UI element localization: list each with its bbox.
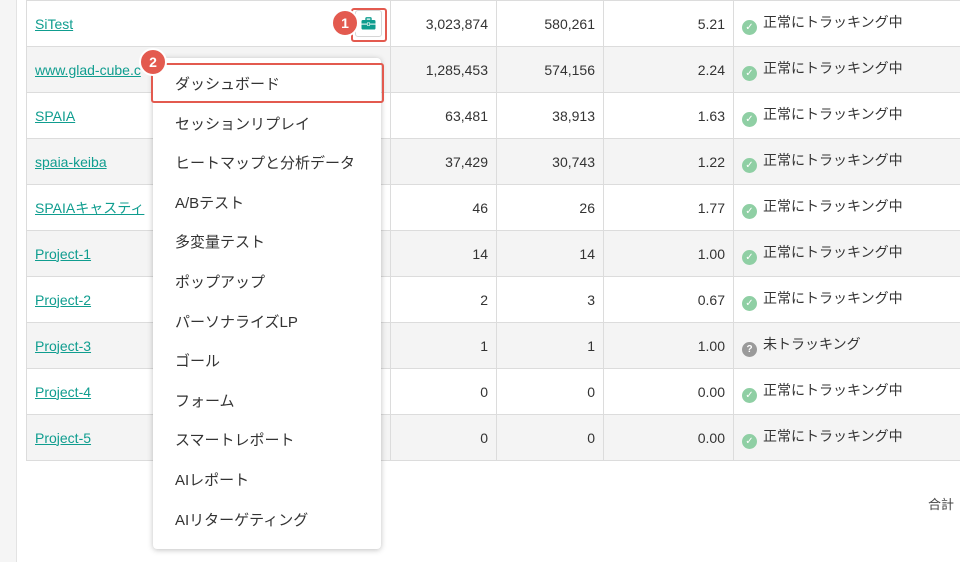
- metric-1-cell: 0: [390, 414, 497, 461]
- site-link[interactable]: spaia-keiba: [35, 154, 107, 170]
- metric-3-cell: 0.67: [603, 276, 734, 323]
- status-text: 正常にトラッキング中: [763, 152, 903, 168]
- status-cell: ✓ 正常にトラッキング中: [733, 0, 960, 47]
- status-cell: ✓ 正常にトラッキング中: [733, 46, 960, 93]
- menu-item[interactable]: フォーム: [175, 390, 235, 411]
- callout-highlight-dashboard: [151, 63, 384, 103]
- metric-2-cell: 0: [496, 414, 604, 461]
- metric-2-cell: 3: [496, 276, 604, 323]
- metric-1-cell: 1: [390, 322, 497, 369]
- metric-1-cell: 3,023,874: [390, 0, 497, 47]
- metric-2-cell: 14: [496, 230, 604, 277]
- site-link[interactable]: Project-5: [35, 430, 91, 446]
- metric-1-cell: 63,481: [390, 92, 497, 139]
- status-text: 正常にトラッキング中: [763, 14, 903, 30]
- status-cell: ✓ 正常にトラッキング中: [733, 92, 960, 139]
- metric-2-cell: 30,743: [496, 138, 604, 185]
- menu-item[interactable]: セッションリプレイ: [175, 113, 310, 134]
- metric-1-cell: 1,285,453: [390, 46, 497, 93]
- status-cell: ✓ 正常にトラッキング中: [733, 138, 960, 185]
- metric-2-cell: 574,156: [496, 46, 604, 93]
- total-label: 合計: [928, 497, 955, 512]
- check-circle-icon: ✓: [742, 66, 757, 81]
- status-text: 正常にトラッキング中: [763, 382, 903, 398]
- status-cell: ✓ 正常にトラッキング中: [733, 414, 960, 461]
- status-text: 正常にトラッキング中: [763, 290, 903, 306]
- check-circle-icon: ✓: [742, 204, 757, 219]
- site-link[interactable]: Project-4: [35, 384, 91, 400]
- check-circle-icon: ✓: [742, 20, 757, 35]
- status-cell: ✓ 正常にトラッキング中: [733, 230, 960, 277]
- metric-3-cell: 1.77: [603, 184, 734, 231]
- callout-badge-1: 1: [331, 9, 359, 37]
- metric-3-cell: 0.00: [603, 368, 734, 415]
- menu-item[interactable]: ポップアップ: [175, 271, 265, 292]
- metric-3-cell: 0.00: [603, 414, 734, 461]
- metric-3-cell: 1.00: [603, 230, 734, 277]
- status-text: 正常にトラッキング中: [763, 198, 903, 214]
- metric-3-cell: 1.00: [603, 322, 734, 369]
- site-link[interactable]: Project-3: [35, 338, 91, 354]
- menu-item[interactable]: ヒートマップと分析データ: [175, 152, 355, 173]
- metric-1-cell: 2: [390, 276, 497, 323]
- metric-2-cell: 38,913: [496, 92, 604, 139]
- menu-item[interactable]: ゴール: [175, 350, 220, 371]
- site-link[interactable]: SPAIA: [35, 108, 75, 124]
- status-text: 正常にトラッキング中: [763, 106, 903, 122]
- check-circle-icon: ✓: [742, 434, 757, 449]
- metric-3-cell: 2.24: [603, 46, 734, 93]
- metric-2-cell: 1: [496, 322, 604, 369]
- menu-item[interactable]: パーソナライズLP: [175, 311, 298, 332]
- menu-item[interactable]: スマートレポート: [175, 429, 295, 450]
- metric-1-cell: 14: [390, 230, 497, 277]
- tool-dropdown-menu: ダッシュボード セッションリプレイ ヒートマップと分析データ A/Bテスト 多変量テスト…: [153, 58, 381, 549]
- metric-1-cell: 46: [390, 184, 497, 231]
- menu-item[interactable]: AIリターゲティング: [175, 509, 308, 530]
- site-link[interactable]: www.glad-cube.c: [35, 62, 141, 78]
- status-cell: ✓ 正常にトラッキング中: [733, 368, 960, 415]
- question-circle-icon: ?: [742, 342, 757, 357]
- metric-2-cell: 580,261: [496, 0, 604, 47]
- metric-1-cell: 0: [390, 368, 497, 415]
- metric-1-cell: 37,429: [390, 138, 497, 185]
- metric-3-cell: 5.21: [603, 0, 734, 47]
- menu-item[interactable]: 多変量テスト: [175, 231, 265, 252]
- status-text: 未トラッキング: [763, 336, 861, 352]
- status-cell: ✓ 正常にトラッキング中: [733, 276, 960, 323]
- check-circle-icon: ✓: [742, 158, 757, 173]
- left-panel-edge: [0, 0, 17, 562]
- metric-3-cell: 1.63: [603, 92, 734, 139]
- check-circle-icon: ✓: [742, 296, 757, 311]
- check-circle-icon: ✓: [742, 250, 757, 265]
- status-text: 正常にトラッキング中: [763, 428, 903, 444]
- metric-2-cell: 26: [496, 184, 604, 231]
- check-circle-icon: ✓: [742, 388, 757, 403]
- site-link[interactable]: Project-1: [35, 246, 91, 262]
- table-row: SiTest 3,023,874 580,261 5.21 ✓ 正常にトラッキング…: [26, 0, 960, 47]
- metric-3-cell: 1.22: [603, 138, 734, 185]
- callout-badge-2: 2: [139, 48, 167, 76]
- metric-2-cell: 0: [496, 368, 604, 415]
- menu-item[interactable]: A/Bテスト: [175, 192, 244, 213]
- status-text: 正常にトラッキング中: [763, 60, 903, 76]
- site-link[interactable]: SPAIAキャスティ: [35, 200, 144, 216]
- site-link[interactable]: SiTest: [35, 16, 73, 32]
- status-cell: ✓ 正常にトラッキング中: [733, 184, 960, 231]
- menu-item[interactable]: AIレポート: [175, 469, 249, 490]
- status-text: 正常にトラッキング中: [763, 244, 903, 260]
- status-cell: ? 未トラッキング: [733, 322, 960, 369]
- site-link[interactable]: Project-2: [35, 292, 91, 308]
- check-circle-icon: ✓: [742, 112, 757, 127]
